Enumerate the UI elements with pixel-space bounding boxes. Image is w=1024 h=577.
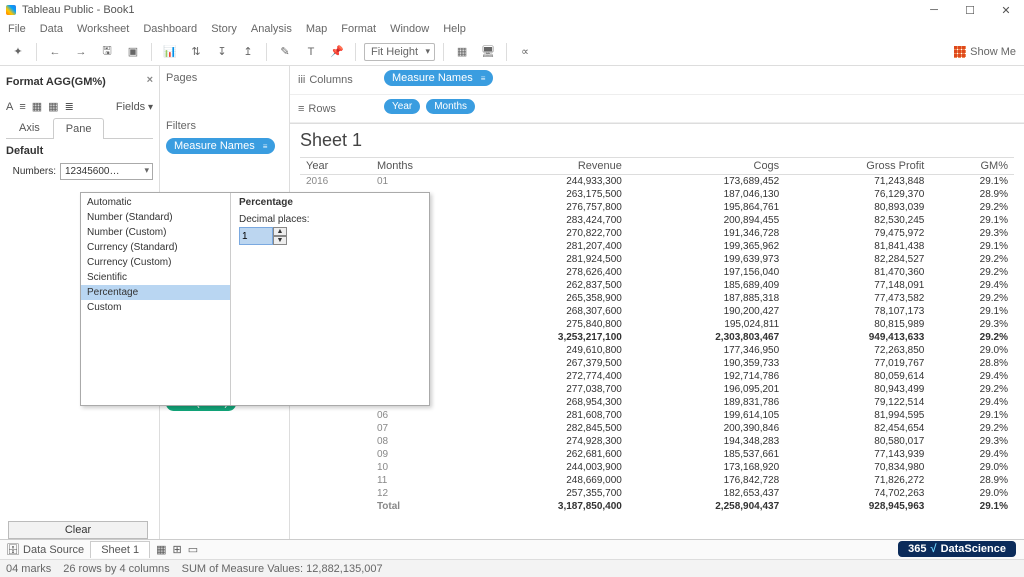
axis-tab[interactable]: Axis <box>6 117 53 138</box>
close-button[interactable]: ✕ <box>988 1 1024 19</box>
forward-button[interactable]: → <box>71 42 91 62</box>
minimize-button[interactable]: ─ <box>916 1 952 19</box>
columns-pill-measure-names[interactable]: Measure Names≡ <box>384 70 493 86</box>
col-months[interactable]: Months <box>371 158 471 175</box>
lines-icon[interactable]: ≣ <box>65 100 74 113</box>
pin-icon[interactable]: 📌 <box>327 42 347 62</box>
format-option[interactable]: Scientific <box>81 270 230 285</box>
fit-dropdown[interactable]: Fit Height <box>364 43 435 61</box>
device-icon[interactable]: 🖥 <box>478 42 498 62</box>
menu-format[interactable]: Format <box>341 23 376 35</box>
spinner-up[interactable]: ▲ <box>273 227 287 236</box>
table-row[interactable]: 09262,681,600185,537,66177,143,93929.4% <box>300 448 1014 461</box>
format-option[interactable]: Currency (Standard) <box>81 240 230 255</box>
menu-story[interactable]: Story <box>211 23 237 35</box>
save-button[interactable]: 🖫 <box>97 42 117 62</box>
share-icon[interactable]: ∝ <box>515 42 535 62</box>
label-icon[interactable]: T <box>301 42 321 62</box>
col-gross-profit[interactable]: Gross Profit <box>785 158 930 175</box>
data-source-tab[interactable]: 🗄 Data Source <box>6 543 84 556</box>
menu-analysis[interactable]: Analysis <box>251 23 292 35</box>
show-me-button[interactable]: Show Me <box>954 46 1016 58</box>
format-option[interactable]: Number (Custom) <box>81 225 230 240</box>
table-row[interactable]: 10244,003,900173,168,92070,834,98029.0% <box>300 461 1014 474</box>
format-option[interactable]: Automatic <box>81 195 230 210</box>
table-row[interactable]: 11248,669,000176,842,72871,826,27228.9% <box>300 474 1014 487</box>
format-option[interactable]: Percentage <box>81 285 230 300</box>
status-marks: 04 marks <box>6 563 51 575</box>
fields-dropdown[interactable]: Fields ▾ <box>116 101 153 113</box>
rows-pill-months[interactable]: Months <box>426 99 475 114</box>
table-row[interactable]: 12257,355,700182,653,43774,702,26329.0% <box>300 487 1014 500</box>
menu-worksheet[interactable]: Worksheet <box>77 23 129 35</box>
font-icon[interactable]: A <box>6 101 13 113</box>
format-option[interactable]: Number (Standard) <box>81 210 230 225</box>
number-format-popup: AutomaticNumber (Standard)Number (Custom… <box>80 192 430 406</box>
menu-window[interactable]: Window <box>390 23 429 35</box>
decimal-places-input[interactable] <box>239 227 273 245</box>
sheet-tab[interactable]: Sheet 1 <box>90 541 150 558</box>
new-story-icon[interactable]: ▭ <box>188 543 198 556</box>
numbers-label: Numbers: <box>6 166 56 177</box>
spinner-down[interactable]: ▼ <box>273 236 287 245</box>
present-icon[interactable]: ▦ <box>452 42 472 62</box>
show-me-icon <box>954 46 966 58</box>
swap-icon[interactable]: ⇅ <box>186 42 206 62</box>
rows-shelf-label: ≡ Rows <box>298 103 378 115</box>
clear-button[interactable]: Clear <box>8 521 148 539</box>
sort-desc-icon[interactable]: ↥ <box>238 42 258 62</box>
col-gm[interactable]: GM% <box>930 158 1014 175</box>
columns-shelf-label: iii Columns <box>298 74 378 86</box>
col-cogs[interactable]: Cogs <box>628 158 785 175</box>
table-row[interactable]: 201601244,933,300173,689,45271,243,84829… <box>300 175 1014 189</box>
tableau-icon[interactable]: ✦ <box>8 42 28 62</box>
menu-map[interactable]: Map <box>306 23 327 35</box>
align-icon[interactable]: ≡ <box>19 101 25 113</box>
new-worksheet-icon[interactable]: ▦ <box>156 543 166 556</box>
table-row[interactable]: 08274,928,300194,348,28380,580,01729.3% <box>300 435 1014 448</box>
close-panel-icon[interactable]: × <box>147 74 153 86</box>
popup-heading: Percentage <box>239 197 421 208</box>
sort-asc-icon[interactable]: ↧ <box>212 42 232 62</box>
maximize-button[interactable]: ☐ <box>952 1 988 19</box>
border-icon[interactable]: ▦ <box>48 100 58 113</box>
col-year[interactable]: Year <box>300 158 371 175</box>
pages-shelf-label: Pages <box>166 72 283 84</box>
status-dims: 26 rows by 4 columns <box>63 563 169 575</box>
table-row[interactable]: Total3,187,850,4002,258,904,437928,945,9… <box>300 500 1014 513</box>
sheet-title: Sheet 1 <box>290 124 1024 157</box>
decimal-places-label: Decimal places: <box>239 214 421 225</box>
menu-help[interactable]: Help <box>443 23 466 35</box>
highlight-icon[interactable]: ✎ <box>275 42 295 62</box>
filter-pill-measure-names[interactable]: Measure Names≡ <box>166 138 275 154</box>
table-row[interactable]: 07282,845,500200,390,84682,454,65429.2% <box>300 422 1014 435</box>
format-option[interactable]: Custom <box>81 300 230 315</box>
menu-file[interactable]: File <box>8 23 26 35</box>
new-sheet-button[interactable]: ▣ <box>123 42 143 62</box>
shade-icon[interactable]: ▦ <box>32 100 42 113</box>
brand-badge: 365√DataScience <box>898 541 1016 557</box>
numbers-combo[interactable]: 12345600… <box>60 163 153 180</box>
window-title: Tableau Public - Book1 <box>22 4 135 16</box>
format-panel-title: Format AGG(GM%) <box>6 76 106 88</box>
back-button[interactable]: ← <box>45 42 65 62</box>
format-option[interactable]: Currency (Custom) <box>81 255 230 270</box>
rows-pill-year[interactable]: Year <box>384 99 420 114</box>
menu-data[interactable]: Data <box>40 23 63 35</box>
chart-icon[interactable]: 📊 <box>160 42 180 62</box>
new-dashboard-icon[interactable]: ⊞ <box>173 543 182 556</box>
table-row[interactable]: 06281,608,700199,614,10581,994,59529.1% <box>300 409 1014 422</box>
menu-dashboard[interactable]: Dashboard <box>143 23 197 35</box>
default-section-label: Default <box>6 145 153 157</box>
col-revenue[interactable]: Revenue <box>471 158 628 175</box>
filters-shelf-label: Filters <box>166 120 283 132</box>
app-logo <box>6 5 16 15</box>
pane-tab[interactable]: Pane <box>53 118 105 139</box>
status-sum: SUM of Measure Values: 12,882,135,007 <box>182 563 383 575</box>
